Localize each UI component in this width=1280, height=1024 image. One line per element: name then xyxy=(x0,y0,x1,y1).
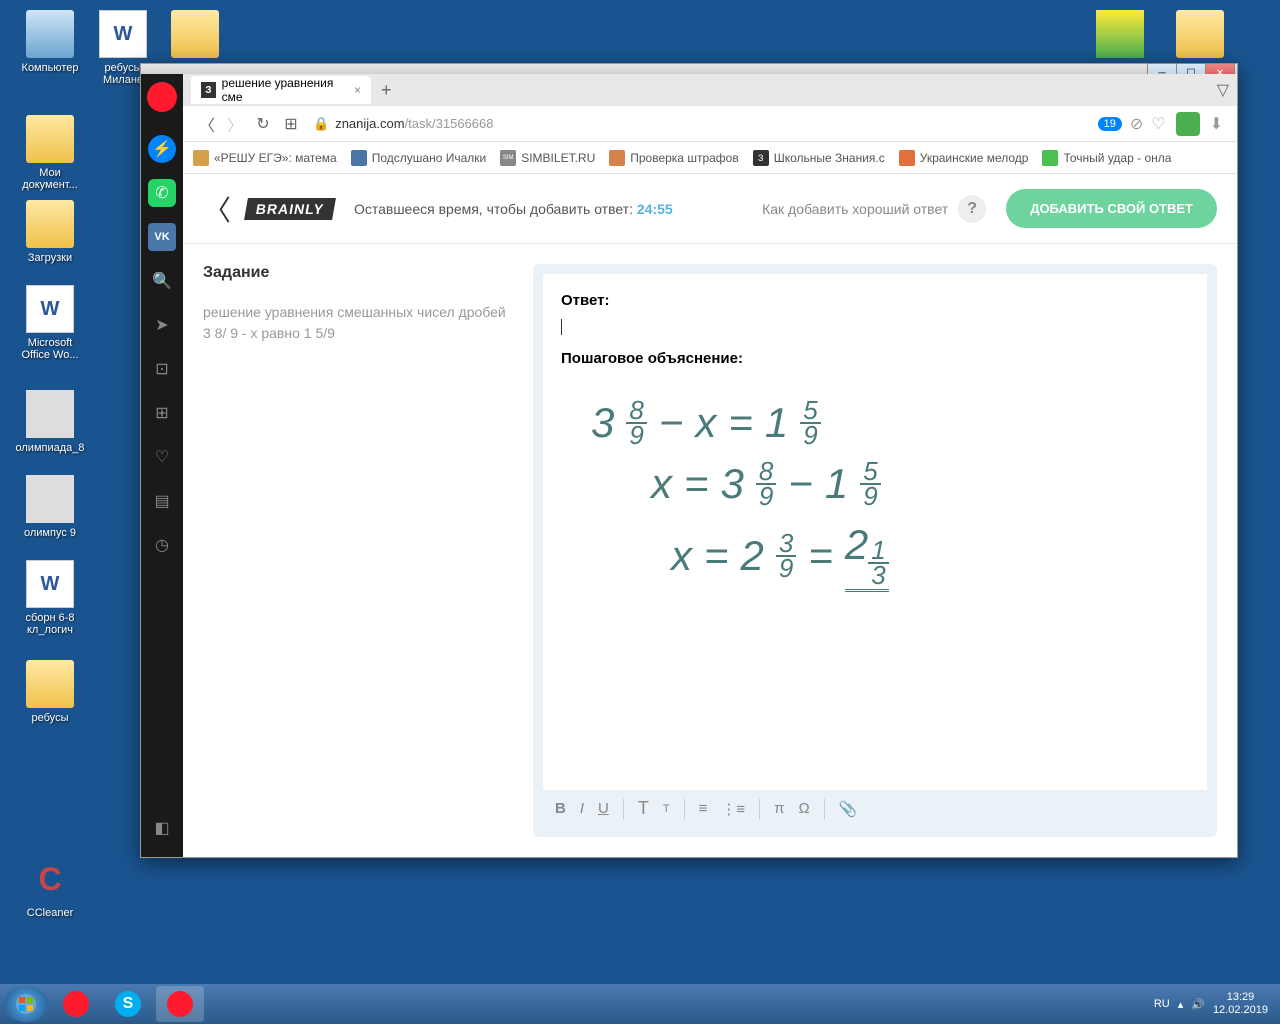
editor-toolbar: B I U T T ≡ ⋮≡ π Ω xyxy=(543,790,1207,827)
italic-button[interactable]: I xyxy=(580,800,584,817)
desktop-icon-computer[interactable]: Компьютер xyxy=(15,10,85,74)
bookmarks-bar: «РЕШУ ЕГЭ»: матема Подслушано Ичалки SIM… xyxy=(183,142,1237,174)
tray-expand-icon[interactable]: ▴ xyxy=(1178,998,1184,1011)
pi-button[interactable]: π xyxy=(774,800,784,817)
news-icon[interactable]: ▤ xyxy=(148,487,176,515)
reload-button[interactable]: ↻ xyxy=(249,110,277,138)
address-bar: 〈 〉 ↻ ⊞ 🔒 znanija.com/task/31566668 19 ⊘… xyxy=(183,106,1237,142)
underline-button[interactable]: U xyxy=(598,800,609,817)
send-icon[interactable]: ➤ xyxy=(148,311,176,339)
add-answer-button[interactable]: ДОБАВИТЬ СВОЙ ОТВЕТ xyxy=(1006,189,1217,228)
tab-menu-icon[interactable]: ▽ xyxy=(1217,80,1229,100)
grid-icon[interactable]: ⊞ xyxy=(148,399,176,427)
bookmark-item[interactable]: «РЕШУ ЕГЭ»: матема xyxy=(193,150,337,166)
tab-close-icon[interactable]: × xyxy=(354,83,361,97)
small-text-button[interactable]: T xyxy=(663,803,670,815)
task-title: Задание xyxy=(203,264,513,282)
handwritten-math: 389 −x = 159 x= 389 − 159 xyxy=(561,377,1189,614)
sidebar-toggle-icon[interactable]: ◧ xyxy=(148,814,176,842)
whatsapp-icon[interactable]: ✆ xyxy=(148,179,176,207)
taskbar: S RU ▴ 🔊 13:29 12.02.2019 xyxy=(0,984,1280,1024)
page-back-button[interactable]: 〈 xyxy=(203,189,231,229)
page-content: 〈 BRAINLY Оставшееся время, чтобы добави… xyxy=(183,174,1237,857)
vk-icon[interactable]: VK xyxy=(148,223,176,251)
download-icon[interactable]: ⬇ xyxy=(1210,114,1223,134)
url-path: /task/31566668 xyxy=(405,116,494,131)
bookmark-favicon-icon xyxy=(609,150,625,166)
desktop-icon-olymp9[interactable]: олимпус 9 xyxy=(15,475,85,539)
title-bar[interactable]: ─ ☐ ✕ xyxy=(141,64,1237,74)
desktop-icon-olymp8[interactable]: олимпиада_8 xyxy=(15,390,85,454)
text-cursor xyxy=(561,319,1189,335)
opera-sidebar: ⚡ ✆ VK 🔍 ➤ ⊡ ⊞ ♡ ▤ ◷ ◧ xyxy=(141,74,183,857)
desktop-icon-word[interactable]: Microsoft Office Wo... xyxy=(15,285,85,361)
tab-favicon-icon: З xyxy=(201,82,216,98)
tray-lang[interactable]: RU xyxy=(1154,998,1170,1010)
answer-label: Ответ: xyxy=(561,292,1189,309)
bookmark-favicon-icon: SIM xyxy=(500,150,516,166)
bookmark-item[interactable]: Украинские мелодр xyxy=(899,150,1029,166)
time-remaining: Оставшееся время, чтобы добавить ответ: … xyxy=(354,201,673,217)
url-domain: znanija.com xyxy=(335,116,404,131)
extension-icon[interactable] xyxy=(1176,112,1200,136)
heart-icon[interactable]: ♡ xyxy=(148,443,176,471)
bookmark-item[interactable]: Подслушано Ичалки xyxy=(351,150,486,166)
task-text: решение уравнения смешанных чисел дробей… xyxy=(203,302,513,344)
bookmark-favicon-icon xyxy=(193,150,209,166)
heart-bookmark-icon[interactable]: ♡ xyxy=(1151,114,1165,134)
bookmark-item[interactable]: ЗШкольные Знания.c xyxy=(753,150,885,166)
page-header: 〈 BRAINLY Оставшееся время, чтобы добави… xyxy=(183,174,1237,244)
omega-button[interactable]: Ω xyxy=(798,800,809,817)
answer-editor[interactable]: Ответ: Пошаговое объяснение: 389 −x = 15… xyxy=(543,274,1207,790)
bold-button[interactable]: B xyxy=(555,800,566,817)
shield-icon[interactable]: ⊘ xyxy=(1130,114,1143,134)
bookmark-item[interactable]: Проверка штрафов xyxy=(609,150,738,166)
taskbar-opera-active[interactable] xyxy=(156,986,204,1022)
windows-logo-icon xyxy=(14,992,38,1016)
desktop-icon-sborn[interactable]: сборн 6-8 кл_логич xyxy=(15,560,85,636)
browser-window: ─ ☐ ✕ ⚡ ✆ VK 🔍 ➤ ⊡ ⊞ ♡ ▤ ◷ ◧ З решение у… xyxy=(140,63,1238,858)
bookmark-item[interactable]: Точный удар - онла xyxy=(1042,150,1171,166)
bookmark-favicon-icon xyxy=(1042,150,1058,166)
taskbar-opera[interactable] xyxy=(52,986,100,1022)
history-icon[interactable]: ◷ xyxy=(148,531,176,559)
url-field[interactable]: 🔒 znanija.com/task/31566668 xyxy=(313,116,1090,132)
bookmark-item[interactable]: SIMSIMBILET.RU xyxy=(500,150,595,166)
help-icon[interactable]: ? xyxy=(958,195,986,223)
desktop-icon-ccleaner[interactable]: CCCleaner xyxy=(15,855,85,919)
desktop-icon-downloads[interactable]: Загрузки xyxy=(15,200,85,264)
nav-forward-button[interactable]: 〉 xyxy=(221,110,249,138)
new-tab-button[interactable]: + xyxy=(381,80,392,101)
system-tray: RU ▴ 🔊 13:29 12.02.2019 xyxy=(1154,991,1276,1017)
task-column: Задание решение уравнения смешанных чисе… xyxy=(203,264,513,837)
answer-column: Ответ: Пошаговое объяснение: 389 −x = 15… xyxy=(533,264,1217,837)
search-icon[interactable]: 🔍 xyxy=(148,267,176,295)
brainly-logo[interactable]: BRAINLY xyxy=(244,198,336,220)
lock-icon: 🔒 xyxy=(313,116,329,132)
explanation-label: Пошаговое объяснение: xyxy=(561,350,1189,367)
speed-dial-button[interactable]: ⊞ xyxy=(277,110,305,138)
desktop-icon-docs[interactable]: Мои документ... xyxy=(15,115,85,191)
bookmark-favicon-icon: З xyxy=(753,150,769,166)
unordered-list-button[interactable]: ⋮≡ xyxy=(721,800,745,818)
tray-clock[interactable]: 13:29 12.02.2019 xyxy=(1213,991,1268,1017)
opera-logo-icon[interactable] xyxy=(147,82,177,112)
taskbar-skype[interactable]: S xyxy=(104,986,152,1022)
start-button[interactable] xyxy=(4,986,48,1022)
help-link[interactable]: Как добавить хороший ответ xyxy=(762,201,948,217)
large-text-button[interactable]: T xyxy=(638,798,649,819)
bookmark-favicon-icon xyxy=(351,150,367,166)
nav-back-button[interactable]: 〈 xyxy=(193,110,221,138)
bookmark-favicon-icon xyxy=(899,150,915,166)
tab-title: решение уравнения сме xyxy=(222,76,346,104)
attachment-button[interactable]: 📎 xyxy=(839,800,858,818)
blocker-badge[interactable]: 19 xyxy=(1098,117,1122,131)
messenger-icon[interactable]: ⚡ xyxy=(148,135,176,163)
camera-icon[interactable]: ⊡ xyxy=(148,355,176,383)
browser-tab[interactable]: З решение уравнения сме × xyxy=(191,76,371,104)
desktop-icon-rebus[interactable]: ребусы xyxy=(15,660,85,724)
ordered-list-button[interactable]: ≡ xyxy=(699,800,708,817)
tab-bar: З решение уравнения сме × + ▽ xyxy=(183,74,1237,106)
tray-sound-icon[interactable]: 🔊 xyxy=(1191,998,1205,1011)
